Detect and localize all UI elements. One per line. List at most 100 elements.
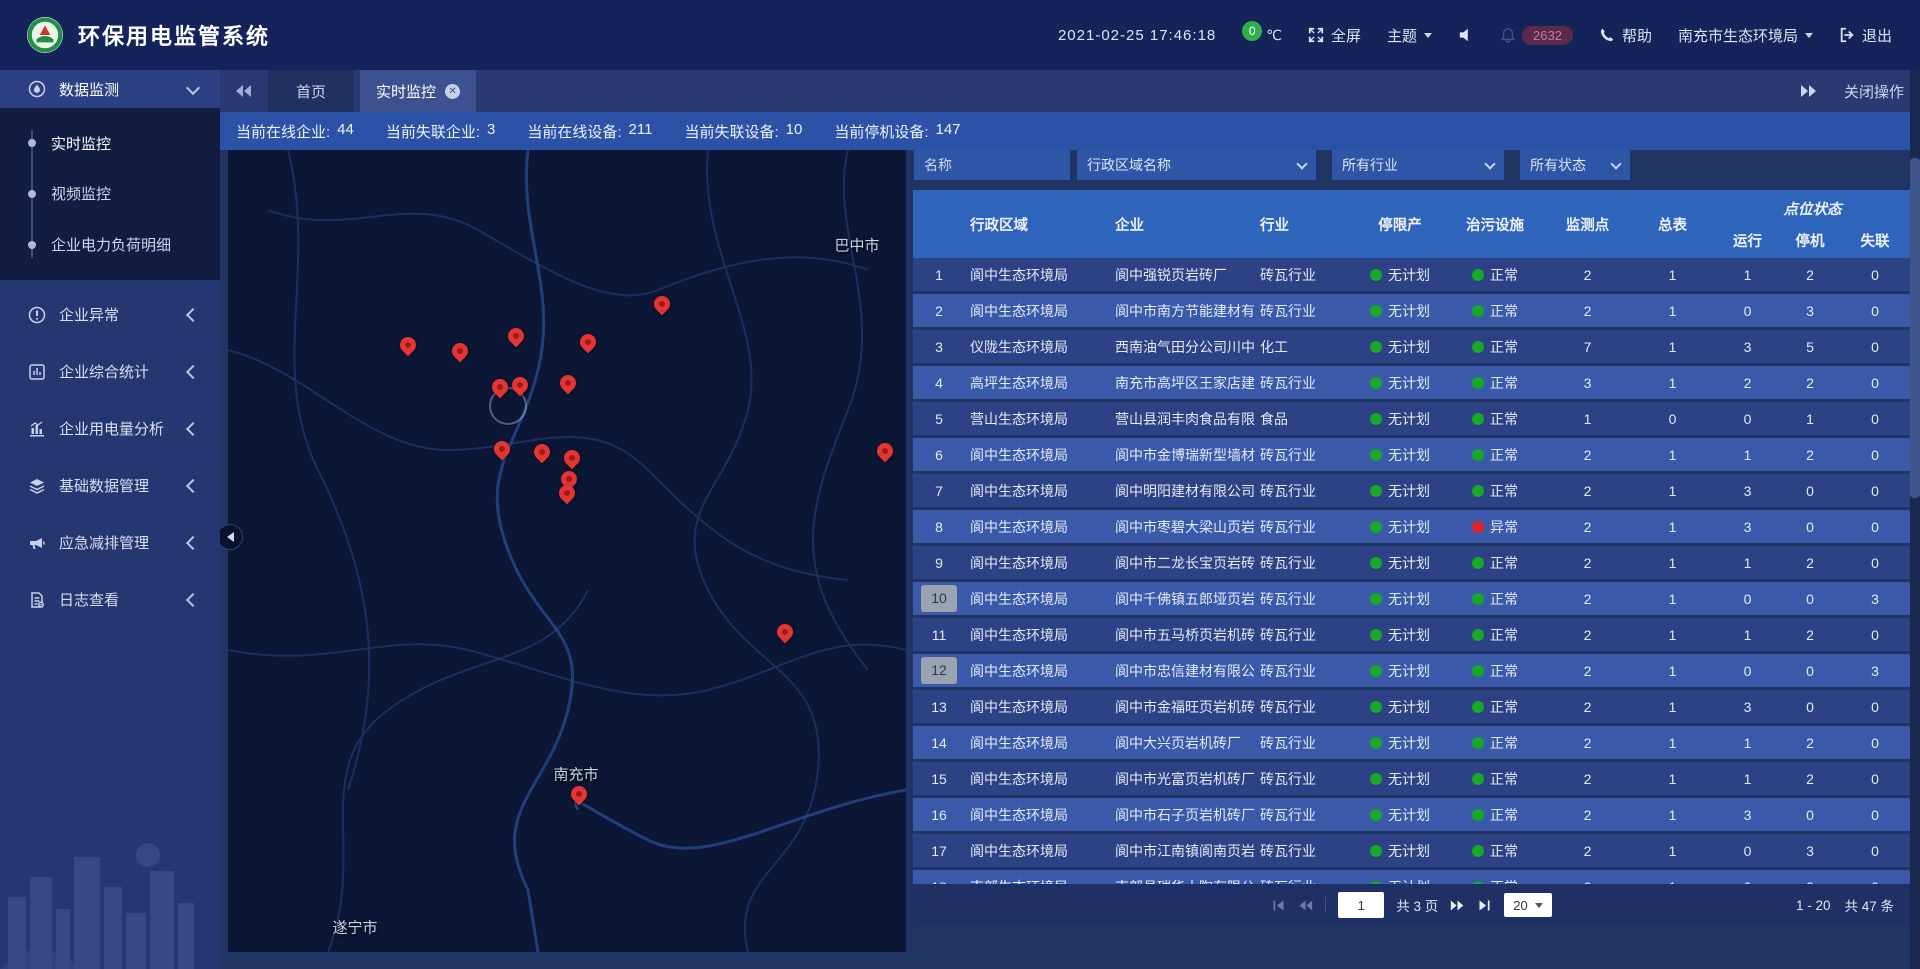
table-row[interactable]: 17阆中生态环境局阆中市江南镇阆南页岩砖瓦行业无计划正常21030 — [913, 834, 1910, 867]
table-row[interactable]: 13阆中生态环境局阆中市金福旺页岩机砖砖瓦行业无计划正常21300 — [913, 690, 1910, 723]
status-filter-select[interactable]: 所有状态 — [1520, 150, 1630, 180]
meters-cell: 1 — [1630, 654, 1715, 687]
company-cell: 阆中市金福旺页岩机砖 — [1110, 690, 1255, 723]
sidebar-subitem-realtime-monitor[interactable]: 实时监控 — [0, 133, 220, 154]
name-filter-input[interactable] — [914, 150, 1070, 180]
status-dot — [1472, 413, 1484, 425]
sidebar-item-log-view[interactable]: 日志查看 — [0, 571, 220, 628]
row-number-cell: 10 — [913, 582, 965, 615]
table-row[interactable]: 15阆中生态环境局阆中市光富页岩机砖厂砖瓦行业无计划正常21120 — [913, 762, 1910, 795]
chevron-down-icon — [1610, 158, 1621, 169]
table-row[interactable]: 9阆中生态环境局阆中市二龙长宝页岩砖砖瓦行业无计划正常21120 — [913, 546, 1910, 579]
speaker-icon[interactable] — [1458, 27, 1474, 43]
company-cell: 阆中市忠信建材有限公 — [1110, 654, 1255, 687]
map[interactable]: 巴中市南充市遂宁市 — [228, 150, 906, 952]
table-row[interactable]: 2阆中生态环境局阆中市南方节能建材有砖瓦行业无计划正常21030 — [913, 294, 1910, 327]
close-tab-icon[interactable] — [445, 84, 460, 99]
page-number-input[interactable] — [1338, 892, 1384, 918]
facility-status-cell: 正常 — [1445, 402, 1545, 435]
points-cell: 2 — [1545, 762, 1630, 795]
next-page-button[interactable] — [1450, 898, 1465, 913]
row-number-cell: 6 — [913, 438, 965, 471]
sidebar-subitem-video-monitor[interactable]: 视频监控 — [0, 183, 220, 204]
table-row[interactable]: 16阆中生态环境局阆中市石子页岩机砖厂砖瓦行业无计划正常21300 — [913, 798, 1910, 831]
table-row[interactable]: 12阆中生态环境局阆中市忠信建材有限公砖瓦行业无计划正常21003 — [913, 654, 1910, 687]
chevron-left-icon — [186, 478, 200, 492]
tab-home[interactable]: 首页 — [268, 70, 354, 112]
row-number-cell: 18 — [913, 870, 965, 884]
meters-cell: 1 — [1630, 690, 1715, 723]
row-number-cell: 3 — [913, 330, 965, 363]
fullscreen-button[interactable]: 全屏 — [1308, 25, 1361, 46]
help-button[interactable]: 帮助 — [1599, 25, 1652, 46]
page-scrollbar[interactable] — [1910, 70, 1920, 969]
table-row[interactable]: 6阆中生态环境局阆中市金博瑞新型墙材砖瓦行业无计划正常21120 — [913, 438, 1910, 471]
tabs-scroll-right-icon[interactable] — [1800, 82, 1818, 100]
page-size-select[interactable]: 20 — [1504, 893, 1551, 917]
offline-cell: 0 — [1840, 294, 1910, 327]
limit-status-cell: 无计划 — [1355, 654, 1445, 687]
limit-status-cell: 无计划 — [1355, 510, 1445, 543]
scrollbar-thumb[interactable] — [1910, 158, 1920, 498]
meters-cell: 1 — [1630, 258, 1715, 291]
row-number-cell: 9 — [913, 546, 965, 579]
table-row[interactable]: 1阆中生态环境局阆中强锐页岩砖厂砖瓦行业无计划正常21120 — [913, 258, 1910, 291]
sidebar-item-data-monitor[interactable]: 数据监测 — [0, 70, 220, 108]
meters-cell: 1 — [1630, 294, 1715, 327]
sidebar-submenu: 实时监控视频监控企业电力负荷明细 — [0, 108, 220, 280]
facility-status-cell: 正常 — [1445, 546, 1545, 579]
status-label: 无计划 — [1388, 265, 1430, 285]
table-row[interactable]: 10阆中生态环境局阆中千佛镇五郎垭页岩砖瓦行业无计划正常21003 — [913, 582, 1910, 615]
sidebar-item-emergency-reduction[interactable]: 应急减排管理 — [0, 514, 220, 571]
table-row[interactable]: 8阆中生态环境局阆中市枣碧大梁山页岩砖瓦行业无计划异常21300 — [913, 510, 1910, 543]
points-cell: 2 — [1545, 474, 1630, 507]
tabs-scroll-left-icon[interactable] — [234, 82, 252, 100]
theme-menu[interactable]: 主题 — [1387, 25, 1432, 46]
sidebar-item-label: 基础数据管理 — [59, 475, 149, 496]
notifications-button[interactable]: 2632 — [1500, 26, 1573, 45]
sidebar-item-label: 企业用电量分析 — [59, 418, 164, 439]
tab-realtime-monitor[interactable]: 实时监控 — [360, 70, 476, 112]
industry-cell: 砖瓦行业 — [1255, 510, 1355, 543]
status-label: 无计划 — [1388, 337, 1430, 357]
table-row[interactable]: 11阆中生态环境局阆中市五马桥页岩机砖砖瓦行业无计划正常21120 — [913, 618, 1910, 651]
sidebar-subitem-power-load-detail[interactable]: 企业电力负荷明细 — [0, 234, 220, 255]
total-pages-label: 共 3 页 — [1396, 895, 1438, 915]
stats-box-icon — [28, 363, 46, 381]
table-row[interactable]: 18南部生态环境局南部县瑞华土陶有限公砖瓦行业无计划正常21030 — [913, 870, 1910, 884]
offline-cell: 0 — [1840, 690, 1910, 723]
row-number-cell: 7 — [913, 474, 965, 507]
org-menu[interactable]: 南充市生态环境局 — [1678, 25, 1813, 46]
logout-button[interactable]: 退出 — [1839, 25, 1892, 46]
col-header-points: 监测点 — [1545, 190, 1630, 258]
sidebar-item-company-statistics[interactable]: 企业综合统计 — [0, 343, 220, 400]
facility-status-cell: 正常 — [1445, 582, 1545, 615]
pagination-total: 共 47 条 — [1844, 895, 1894, 915]
table-row[interactable]: 5营山生态环境局营山县润丰肉食品有限食品无计划正常10010 — [913, 402, 1910, 435]
table-row[interactable]: 3仪陇生态环境局西南油气田分公司川中化工无计划正常71350 — [913, 330, 1910, 363]
sidebar-item-company-abnormal[interactable]: 企业异常 — [0, 286, 220, 343]
table-row[interactable]: 7阆中生态环境局阆中明阳建材有限公司砖瓦行业无计划正常21300 — [913, 474, 1910, 507]
last-page-button[interactable] — [1477, 898, 1492, 913]
industry-cell: 食品 — [1255, 402, 1355, 435]
table-row[interactable]: 14阆中生态环境局阆中大兴页岩机砖厂砖瓦行业无计划正常21120 — [913, 726, 1910, 759]
first-page-button[interactable] — [1271, 898, 1286, 913]
points-cell: 3 — [1545, 366, 1630, 399]
row-number: 13 — [929, 699, 949, 715]
industry-filter-select[interactable]: 所有行业 — [1332, 150, 1504, 180]
map-collapse-button[interactable] — [217, 524, 243, 550]
status-label: 无计划 — [1388, 589, 1430, 609]
limit-status-cell: 无计划 — [1355, 798, 1445, 831]
row-number: 15 — [929, 771, 949, 787]
limit-status-cell: 无计划 — [1355, 366, 1445, 399]
facility-status-cell: 正常 — [1445, 366, 1545, 399]
sidebar-item-power-analysis[interactable]: 企业用电量分析 — [0, 400, 220, 457]
prev-page-button[interactable] — [1298, 898, 1313, 913]
table-row[interactable]: 4高坪生态环境局南充市高坪区王家店建砖瓦行业无计划正常31220 — [913, 366, 1910, 399]
points-cell: 2 — [1545, 726, 1630, 759]
close-operations-button[interactable]: 关闭操作 — [1844, 81, 1904, 102]
region-filter-select[interactable]: 行政区域名称 — [1077, 150, 1316, 180]
status-dot — [1370, 845, 1382, 857]
sidebar-item-base-data[interactable]: 基础数据管理 — [0, 457, 220, 514]
stat-label: 当前失联设备: — [684, 121, 778, 142]
